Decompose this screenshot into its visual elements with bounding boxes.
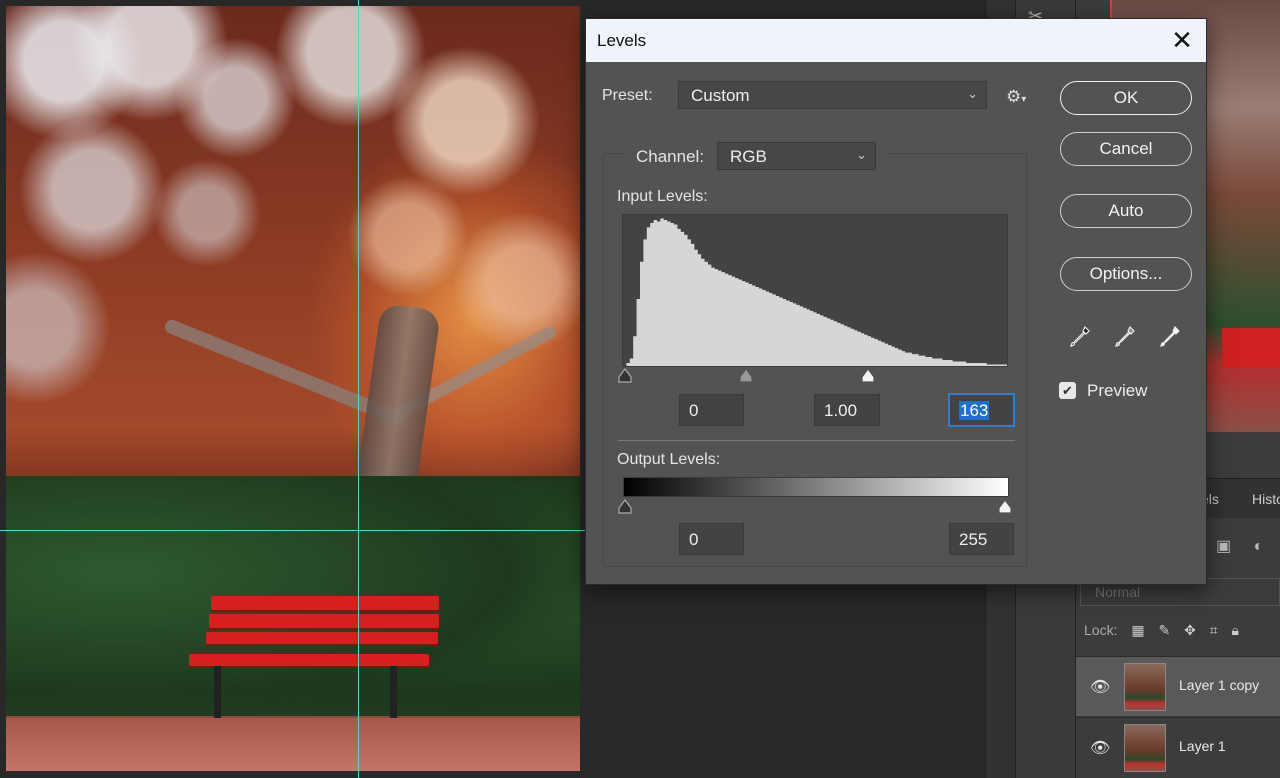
close-icon[interactable]: ✕ (1158, 19, 1206, 62)
bench-seat (189, 654, 429, 666)
bench-slat (209, 614, 439, 628)
cancel-button[interactable]: Cancel (1060, 132, 1192, 166)
preset-label: Preset: (602, 87, 653, 104)
layer-thumbnail (1124, 724, 1166, 772)
layer-row[interactable]: 👁︎ Layer 1 copy (1076, 656, 1280, 716)
black-eyedropper-icon[interactable] (1069, 325, 1093, 351)
layer-name: Layer 1 (1179, 738, 1226, 754)
output-levels-label: Output Levels: (617, 451, 721, 468)
tab-histogram[interactable]: Histo (1252, 491, 1280, 507)
preview-checkbox[interactable]: ✔ (1059, 382, 1076, 399)
lock-all-icon[interactable]: 🔒︎ (1232, 622, 1239, 638)
lock-artboard-icon[interactable]: ⌗ (1210, 622, 1218, 638)
output-gradient-bar (623, 477, 1009, 497)
adjustment-icon[interactable]: ◐ (1254, 538, 1264, 555)
preset-value: Custom (691, 86, 750, 105)
layer-filter-icons: ▣ ◐ (1216, 536, 1263, 556)
image-icon[interactable]: ▣ (1216, 538, 1231, 555)
bench-slat (211, 596, 439, 610)
lock-transparent-icon[interactable]: ▦ (1131, 622, 1144, 638)
lock-label: Lock: (1084, 622, 1118, 638)
horizontal-guide[interactable] (0, 530, 585, 531)
thumbnail-bench (1222, 328, 1280, 368)
chevron-down-icon: ⌄ (967, 86, 978, 101)
dialog-titlebar[interactable]: Levels ✕ (586, 19, 1206, 62)
levels-dialog: Levels ✕ Preset: Custom ⌄ ⚙▾ Channel: RG… (585, 18, 1207, 585)
options-button[interactable]: Options... (1060, 257, 1192, 291)
auto-button[interactable]: Auto (1060, 194, 1192, 228)
output-black-field[interactable]: 0 (679, 523, 744, 555)
input-gamma-field[interactable]: 1.00 (814, 394, 880, 426)
layer-name: Layer 1 copy (1179, 677, 1260, 693)
input-white-value: 163 (959, 401, 990, 420)
channel-select[interactable]: RGB ⌄ (717, 142, 876, 170)
preset-select[interactable]: Custom ⌄ (678, 81, 987, 109)
visibility-eye-icon[interactable]: 👁︎ (1090, 677, 1110, 697)
histogram-graph (623, 218, 1007, 366)
input-white-field[interactable]: 163 (949, 394, 1014, 426)
white-eyedropper-icon[interactable] (1159, 325, 1183, 351)
gray-eyedropper-icon[interactable] (1114, 325, 1138, 351)
ok-button[interactable]: OK (1060, 81, 1192, 115)
layer-thumbnail (1124, 663, 1166, 711)
preview-label[interactable]: Preview (1087, 381, 1147, 401)
channel-value: RGB (730, 147, 767, 166)
lock-row: Lock: ▦ ✎ ✥ ⌗ 🔒︎ (1084, 622, 1239, 639)
output-white-field[interactable]: 255 (949, 523, 1014, 555)
brick-path (6, 718, 580, 771)
histogram (622, 214, 1008, 367)
input-black-field[interactable]: 0 (679, 394, 744, 426)
photo-image (6, 6, 580, 771)
dogwood-blossoms (6, 6, 580, 466)
bench-slat (206, 632, 438, 644)
dialog-title: Levels (597, 31, 647, 50)
channel-label: Channel: (636, 147, 705, 166)
layer-row[interactable]: 👁︎ Layer 1 (1076, 717, 1280, 777)
input-levels-label: Input Levels: (617, 188, 708, 205)
chevron-down-icon: ⌄ (856, 147, 867, 162)
histogram-area (623, 218, 1007, 366)
preset-options-gear-icon[interactable]: ⚙▾ (1006, 87, 1026, 107)
section-divider (618, 440, 1015, 441)
lock-paint-icon[interactable]: ✎ (1158, 622, 1170, 638)
visibility-eye-icon[interactable]: 👁︎ (1090, 738, 1110, 758)
lock-position-icon[interactable]: ✥ (1184, 622, 1196, 638)
vertical-guide[interactable] (358, 0, 359, 778)
